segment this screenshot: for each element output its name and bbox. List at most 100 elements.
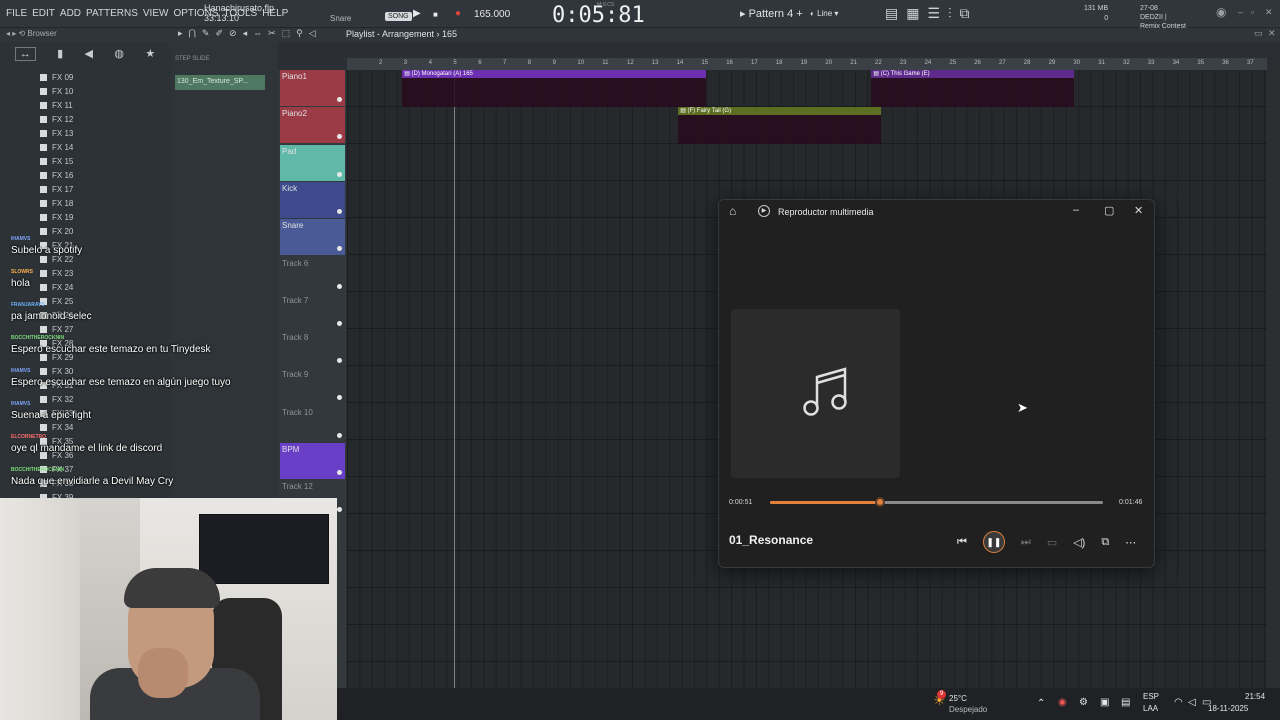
snap-selector[interactable]: ◐ Line ▾ — [810, 9, 838, 18]
channel-rack-icon[interactable]: ☰ — [927, 5, 940, 22]
arrow-icon[interactable]: ▸ — [178, 28, 183, 39]
player-volume-icon[interactable]: ◁) — [1073, 536, 1085, 549]
fx-item[interactable]: FX 10 — [40, 84, 73, 98]
mixer-icon[interactable]: ⫶ — [948, 5, 952, 22]
seek-bar[interactable] — [770, 497, 1103, 507]
timeline-ruler[interactable]: 2 3 4 5 6 7 8 9 10 11 12 13 14 15 16 17 18 19 20 21 22 23 24 25… — [347, 58, 1267, 70]
next-icon[interactable]: ⏭ — [1021, 536, 1031, 549]
player-close-icon[interactable]: ✕ — [1134, 204, 1143, 217]
record-button[interactable]: ● — [455, 8, 461, 19]
track-mute-dot[interactable] — [337, 432, 342, 438]
track-header[interactable]: BPM — [280, 443, 345, 479]
tray-app-icon[interactable]: ◉ — [1058, 697, 1067, 708]
expand-icon[interactable]: ↔ — [14, 47, 36, 61]
clock-date[interactable]: 18-11-2025 — [1208, 704, 1248, 713]
vertical-scrollbar[interactable] — [1269, 58, 1277, 688]
clock-time[interactable]: 21:54 — [1245, 692, 1265, 701]
tray-settings-icon[interactable]: ⚙ — [1079, 697, 1088, 708]
track-header[interactable]: Pad — [280, 144, 345, 181]
playlist-icon[interactable]: ▤ — [885, 5, 898, 22]
wifi-icon[interactable]: ◠ — [1174, 697, 1183, 708]
seek-handle[interactable] — [874, 497, 885, 507]
magnet-icon[interactable]: ⋂ — [189, 28, 196, 39]
globe-icon[interactable]: ◉ — [1216, 5, 1226, 19]
stop-button[interactable]: ■ — [433, 10, 438, 19]
track-header[interactable]: Track 7 — [280, 294, 345, 330]
track-header[interactable]: Kick — [280, 181, 345, 218]
pattern-clip-source[interactable]: 130_Em_Texture_SP... — [175, 75, 265, 90]
player-maximize-icon[interactable]: ▢ — [1104, 204, 1114, 217]
pause-button[interactable]: ❚❚ — [982, 531, 1005, 553]
track-mute-dot[interactable] — [337, 507, 342, 513]
menu-item-view[interactable]: VIEW — [143, 8, 169, 19]
pattern-clip[interactable]: ▤ (F) Fairy Tail (G) — [678, 107, 881, 145]
mute-icon[interactable]: ◂ — [243, 28, 248, 39]
menu-item-patterns[interactable]: PATTERNS — [86, 8, 138, 19]
track-mute-dot[interactable] — [337, 470, 342, 475]
star-icon[interactable]: ★ — [145, 47, 155, 61]
minimize-icon[interactable]: – — [1238, 7, 1243, 17]
slip-icon[interactable]: ⇔ — [253, 28, 262, 39]
track-header[interactable]: Track 8 — [280, 331, 345, 367]
track-mute-dot[interactable] — [337, 97, 342, 102]
subtitles-icon[interactable]: ▭ — [1047, 536, 1057, 549]
menu-item-edit[interactable]: EDIT — [32, 8, 55, 19]
fx-item[interactable]: FX 17 — [40, 182, 73, 196]
fx-item[interactable]: FX 09 — [40, 70, 73, 84]
home-icon[interactable]: ⌂ — [729, 204, 736, 218]
volume-icon[interactable]: ◁ — [1188, 697, 1196, 708]
playlist-restore-icon[interactable]: ▭ — [1254, 28, 1263, 39]
brush-icon[interactable]: ✐ — [215, 28, 223, 39]
track-header[interactable]: Piano2 — [280, 107, 345, 144]
track-header[interactable]: Track 6 — [280, 257, 345, 293]
fx-item[interactable]: FX 12 — [40, 112, 73, 126]
track-header[interactable]: Piano1 — [280, 70, 345, 106]
select-icon[interactable]: ⬚ — [282, 28, 291, 39]
restore-icon[interactable]: ▫ — [1251, 7, 1254, 17]
plugin-icon[interactable]: ◍ — [114, 47, 124, 61]
slice-icon[interactable]: ✂ — [268, 28, 276, 39]
piano-roll-icon[interactable]: ▦ — [906, 5, 919, 22]
track-header[interactable]: Track 9 — [280, 368, 345, 404]
track-mute-dot[interactable] — [337, 246, 342, 252]
miniplayer-icon[interactable]: ⧉ — [1101, 536, 1109, 549]
tempo-display[interactable]: 165.000 — [474, 9, 510, 20]
fx-item[interactable]: FX 16 — [40, 168, 73, 182]
input-lang[interactable]: ESP — [1143, 692, 1159, 701]
tray-chevron-icon[interactable]: ⌃ — [1037, 698, 1045, 709]
speaker-icon[interactable]: ◀ — [85, 47, 93, 61]
zoom-icon[interactable]: ⚲ — [296, 28, 303, 39]
playlist-close-icon[interactable]: ✕ — [1268, 28, 1276, 39]
tray-display-icon[interactable]: ▣ — [1100, 697, 1109, 708]
track-header[interactable]: Snare — [280, 219, 345, 256]
news-panel[interactable]: 27-08 DEDZII | Remix Contest — [1140, 4, 1186, 31]
track-mute-dot[interactable] — [337, 358, 342, 364]
input-layout[interactable]: LAA — [1143, 704, 1158, 713]
track-mute-dot[interactable] — [337, 395, 342, 401]
fx-item[interactable]: FX 11 — [40, 98, 73, 112]
fx-item[interactable]: FX 18 — [40, 196, 73, 210]
track-header[interactable]: Track 10 — [280, 406, 345, 442]
fx-item[interactable]: FX 15 — [40, 154, 73, 168]
menu-item-add[interactable]: ADD — [60, 8, 81, 19]
track-mute-dot[interactable] — [337, 283, 342, 289]
more-options-icon[interactable]: ⋯ — [1125, 536, 1136, 549]
track-mute-dot[interactable] — [337, 320, 342, 326]
player-minimize-icon[interactable]: – — [1073, 204, 1079, 216]
close-icon[interactable]: ✕ — [1265, 7, 1273, 18]
pencil-icon[interactable]: ✎ — [202, 28, 210, 39]
previous-icon[interactable]: ⏮ — [957, 536, 967, 549]
fx-item[interactable]: FX 13 — [40, 126, 73, 140]
track-mute-dot[interactable] — [337, 208, 342, 214]
fx-item[interactable]: FX 19 — [40, 210, 73, 224]
playhead[interactable] — [454, 70, 455, 690]
pattern-clip[interactable]: ▤ (C) This Game (E) — [871, 70, 1074, 107]
plugin-picker-icon[interactable]: ⧉ — [960, 5, 970, 22]
play-button[interactable]: ▶ — [413, 8, 421, 19]
track-mute-dot[interactable] — [337, 171, 342, 177]
delete-icon[interactable]: ⊘ — [229, 28, 237, 39]
file-icon[interactable]: ▮ — [57, 47, 63, 61]
track-mute-dot[interactable] — [337, 134, 342, 140]
song-mode-button[interactable]: SONG — [385, 12, 412, 21]
pattern-selector[interactable]: ▸ Pattern 4 + — [740, 7, 803, 20]
